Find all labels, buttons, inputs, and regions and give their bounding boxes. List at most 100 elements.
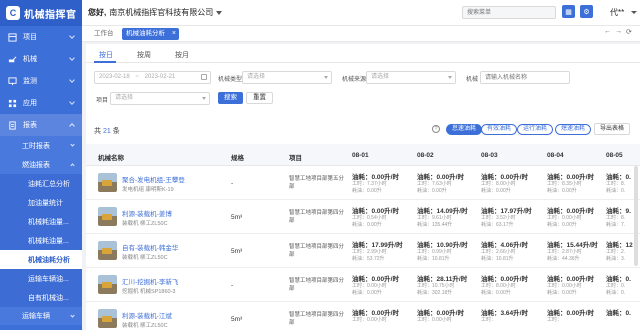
sidebar-item-machine[interactable]: 机械 <box>0 48 82 70</box>
table-row[interactable]: 聚合-发电机组-王攀登 发电机组 康明斯K-19 - 智慧工地项目部第五分部 油… <box>86 166 640 200</box>
machine-project: 智慧工地项目部第四分部 <box>289 244 345 258</box>
sidebar-item-apps[interactable]: 应用 <box>0 92 82 114</box>
fuel-rate: 油耗：0. <box>606 174 631 181</box>
sidebar-sub-worktime-report[interactable]: 工时报表 <box>0 136 82 155</box>
reset-button[interactable]: 重置 <box>246 92 273 104</box>
table-row[interactable]: 利源-装载机-江斌 装载机 柳工ZL50C 5m³ 智慧工地项目部第四分部 油耗… <box>86 302 640 330</box>
table-row[interactable]: 自有-装载机-韩金华 装载机 柳工ZL50C 5m³ 智慧工地项目部第四分部 油… <box>86 234 640 268</box>
pill-idle-fuel[interactable]: 怠速油耗 <box>446 124 483 135</box>
fuel-rate: 油耗：0. <box>606 310 631 317</box>
table-row[interactable]: 利源-装载机-姜博 装载机 柳工ZL50C 5m³ 智慧工地项目部第四分部 油耗… <box>86 200 640 234</box>
work-hours: 工时：0.00小时 <box>547 283 582 289</box>
fuel-rate: 油耗：17.97升/时 <box>481 208 532 215</box>
settings-icon[interactable]: ⚙ <box>580 5 593 18</box>
sidebar-sub-label: 燃油报表 <box>22 161 50 169</box>
machine-project: 智慧工地项目部第四分部 <box>289 312 345 326</box>
project-select[interactable]: 请选择 <box>110 92 210 105</box>
machine-type-label: 机械类型 <box>218 77 243 83</box>
day-cell: 油耗：0. 工时：8. 耗油：0. <box>606 171 636 195</box>
day-cell: 油耗：0.00升/时 工时： <box>547 307 609 324</box>
page-tabs-bar: 工作台 机械油耗分析 × ← → ⟳ <box>82 26 640 42</box>
date-range-picker[interactable]: 2023-02-18 ~ 2023-02-21 <box>94 71 211 84</box>
tab-by-day[interactable]: 按日 <box>99 50 113 60</box>
machine-project: 智慧工地项目部第五分部 <box>289 176 345 190</box>
chevron-down-icon[interactable] <box>216 10 223 15</box>
fuel-rate: 油耗：0. <box>606 276 631 283</box>
sidebar-leaf-machine-fuel-2[interactable]: 机械耗油量... <box>0 231 82 250</box>
fuel-used: 耗油：44.36升 <box>547 256 580 262</box>
work-hours: 工时：0.00小时 <box>352 283 387 289</box>
machine-name-link[interactable]: 自有-装载机-韩金华 <box>122 242 178 252</box>
sidebar-sub-fuel-report[interactable]: 燃油报表 <box>0 155 82 174</box>
table-scrollbar[interactable] <box>634 166 638 266</box>
help-icon[interactable]: ? <box>432 125 440 133</box>
fuel-rate: 油耗：28.11升/时 <box>417 276 468 283</box>
machine-model: 发电机组 康明斯K-19 <box>122 187 174 193</box>
refresh-icon[interactable]: ⟳ <box>626 28 632 36</box>
work-hours: 工时：2.87小时 <box>547 249 582 255</box>
machine-photo <box>98 207 117 226</box>
table-row[interactable]: 汇川-挖掘机-李新飞 挖掘机 机械SP1860-3 - 智慧工地项目部第四分部 … <box>86 268 640 302</box>
day-cell: 油耗：0.00升/时 工时：8.00小时 耗油：0.00升 <box>481 171 543 195</box>
machine-label: 机械 <box>466 77 479 83</box>
machine-type-select[interactable]: 请选择 <box>242 71 332 84</box>
sidebar-item-label: 监测 <box>23 78 37 85</box>
day-cell: 油耗：10.90升/时 工时：0.99小时 耗油：10.81升 <box>417 239 479 263</box>
pill-running-fuel[interactable]: 运行油耗 <box>517 124 554 135</box>
close-icon[interactable]: × <box>172 28 176 40</box>
select-placeholder: 请选择 <box>247 74 266 80</box>
chevron-down-icon <box>69 33 75 39</box>
fuel-rate: 油耗：14.09升/时 <box>417 208 468 215</box>
col-date: 08-02 <box>417 152 434 159</box>
tab-workbench[interactable]: 工作台 <box>90 28 118 40</box>
machine-name-link[interactable]: 聚合-发电机组-王攀登 <box>122 174 185 184</box>
machine-name-input[interactable] <box>480 71 570 84</box>
sidebar-item-project[interactable]: 项目 <box>0 26 82 48</box>
tab-by-week[interactable]: 按周 <box>137 50 151 60</box>
logo[interactable]: C 机械指挥官 <box>0 0 82 26</box>
sidebar-item-label: 项目 <box>23 34 37 41</box>
sidebar-leaf-transport-fuel[interactable]: 运输车辆油... <box>0 269 82 288</box>
machine-name-link[interactable]: 汇川-挖掘机-李新飞 <box>122 276 178 286</box>
sidebar-leaf-owned-machine-fuel[interactable]: 自有机械油... <box>0 288 82 307</box>
fuel-rate: 油耗：10.90升/时 <box>417 242 468 249</box>
day-cell: 油耗：3.64升/时 工时： <box>481 307 543 324</box>
sidebar-leaf-fuel-summary[interactable]: 油耗汇总分析 <box>0 174 82 193</box>
export-table-button[interactable]: 导出表格 <box>594 123 631 135</box>
chevron-down-icon[interactable] <box>631 11 637 14</box>
sidebar-sub-transport-vehicle[interactable]: 运输车辆 <box>0 307 82 325</box>
work-hours: 工时： <box>547 317 563 323</box>
fuel-rate: 油耗：0.00升/时 <box>352 310 399 317</box>
sidebar-leaf-machine-fuel-analysis[interactable]: 机械油耗分析 <box>0 250 82 269</box>
sidebar-leaf-refuel-stats[interactable]: 加油量统计 <box>0 193 82 212</box>
day-cell: 油耗：0.00升/时 工时：7.63小时 耗油：0.00升 <box>417 171 479 195</box>
company-selector[interactable]: 南京机械指挥官科技有限公司 <box>109 7 213 18</box>
arrow-right-icon[interactable]: → <box>615 28 622 35</box>
work-hours: 工时：0. <box>606 283 626 289</box>
machine-spec: - <box>231 282 234 289</box>
search-button[interactable]: 搜索 <box>218 92 243 104</box>
menu-search-input[interactable] <box>462 6 556 19</box>
tab-machine-fuel-analysis[interactable]: 机械油耗分析 × <box>122 28 179 40</box>
machine-name-link[interactable]: 利源-装载机-姜博 <box>122 208 172 218</box>
sidebar-leaf-machine-fuel-1[interactable]: 机械耗油量... <box>0 212 82 231</box>
select-placeholder: 请选择 <box>371 74 390 80</box>
sidebar-item-monitor[interactable]: 监测 <box>0 70 82 92</box>
machine-spec: 5m³ <box>231 316 243 323</box>
pill-effective-fuel[interactable]: 有效油耗 <box>481 124 518 135</box>
arrow-left-icon[interactable]: ← <box>604 28 611 35</box>
user-name[interactable]: 代** <box>610 7 624 18</box>
day-cell: 油耗：0. <box>606 307 636 317</box>
fuel-rate: 油耗：0.00升/时 <box>417 310 464 317</box>
tab-by-month[interactable]: 按月 <box>175 50 189 60</box>
content-card: 按日 按周 按月 2023-02-18 ~ 2023-02-21 机械类型 请选… <box>86 44 640 330</box>
machine-spec: - <box>231 180 234 187</box>
machine-source-select[interactable]: 请选择 <box>366 71 456 84</box>
result-count: 共 21 条 <box>94 126 120 136</box>
fuel-rate: 油耗：0.00升/时 <box>547 174 594 181</box>
grid-icon[interactable]: ▦ <box>562 5 575 18</box>
fuel-used: 耗油：53.72升 <box>352 256 385 262</box>
pill-stall-fuel[interactable]: 熄速油耗 <box>555 124 592 135</box>
sidebar-item-report[interactable]: 报表 <box>0 114 82 136</box>
machine-name-link[interactable]: 利源-装载机-江斌 <box>122 310 172 320</box>
